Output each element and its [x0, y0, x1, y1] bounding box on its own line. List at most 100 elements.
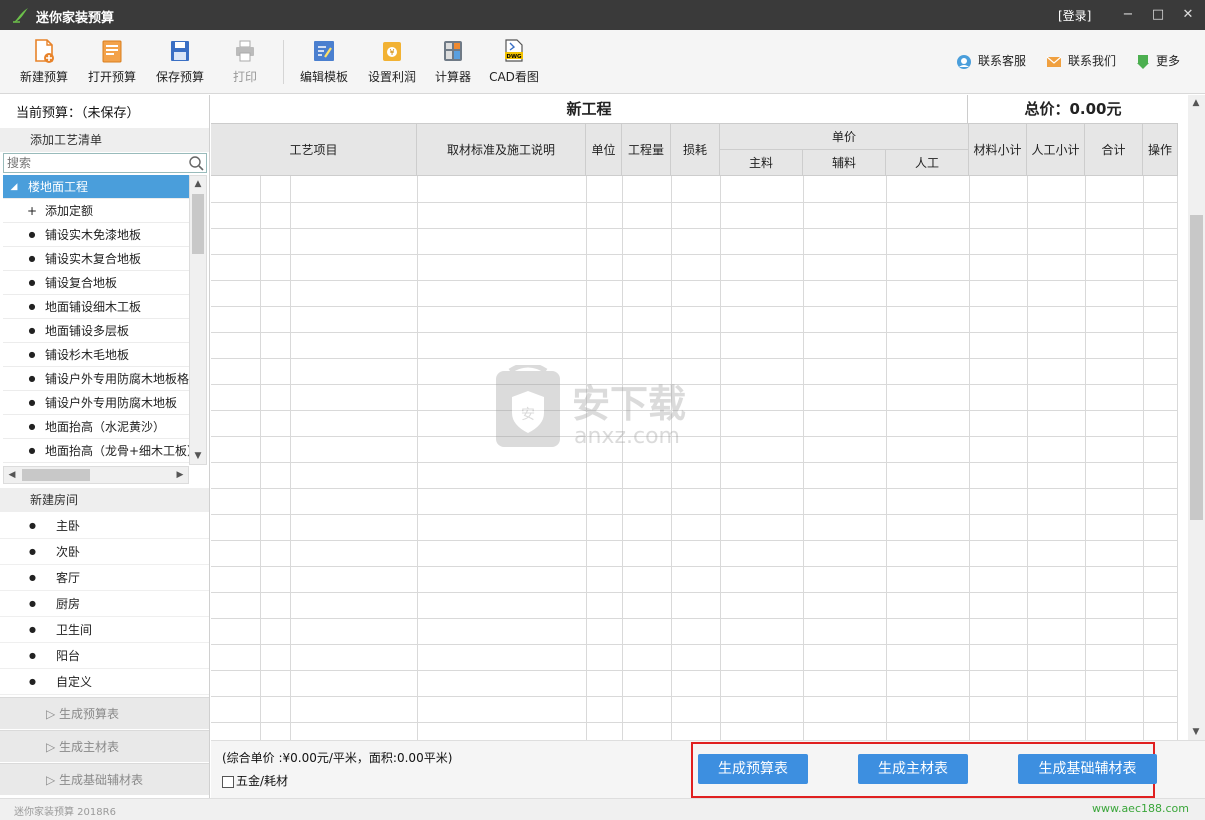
grid-column-line	[290, 176, 291, 740]
total-price: 总价：0.00元	[968, 95, 1178, 124]
tree-item-label: 铺设杉木毛地板	[45, 348, 130, 362]
tree-horizontal-scrollbar[interactable]: ◀ ▶	[3, 466, 189, 484]
col-header-main-material: 主料	[720, 150, 803, 176]
tree-item[interactable]: ● 铺设户外专用防腐木地板格	[3, 367, 189, 391]
scroll-down-icon[interactable]: ▼	[1188, 724, 1204, 740]
bullet-icon: ●	[29, 677, 36, 686]
grid-row-line	[211, 514, 1178, 515]
save-budget-button[interactable]: 保存预算	[152, 38, 208, 88]
window-title: 迷你家装预算	[36, 11, 115, 26]
tree-item-label: 铺设户外专用防腐木地板格	[45, 372, 189, 386]
room-item-master-bedroom[interactable]: ● 主卧	[0, 513, 209, 539]
hardware-checkbox[interactable]: 五金/耗材	[222, 772, 288, 789]
watermark-text: 安下载	[572, 382, 686, 426]
grid-row-line	[211, 644, 1178, 645]
sidebar-generate-aux-material[interactable]: ▷ 生成基础辅材表	[0, 763, 209, 795]
tree-item[interactable]: ● 铺设复合地板	[3, 271, 189, 295]
scroll-down-icon[interactable]: ▼	[190, 448, 206, 464]
cad-viewer-button[interactable]: DWG CAD看图	[486, 38, 542, 88]
scroll-thumb[interactable]	[22, 469, 90, 481]
grid-row-line	[211, 670, 1178, 671]
sidebar-generate-budget-label: 生成预算表	[59, 707, 120, 721]
open-folder-icon	[102, 40, 122, 63]
tree-item[interactable]: ● 地面抬高（龙骨+细木工板）	[3, 439, 189, 463]
contact-support-link[interactable]: 联系客服	[956, 52, 1026, 70]
room-item-custom[interactable]: ● 自定义	[0, 669, 209, 695]
print-label: 打印	[232, 70, 257, 84]
col-header-quantity: 工程量	[622, 124, 671, 176]
scroll-thumb[interactable]	[1190, 215, 1203, 520]
bullet-icon: ●	[28, 350, 36, 359]
tree-item-floor-works[interactable]: ◢ 楼地面工程	[3, 175, 189, 199]
bullet-icon: ●	[28, 422, 36, 431]
login-link[interactable]: [登录]	[1058, 7, 1091, 24]
maximize-button[interactable]: □	[1145, 4, 1171, 26]
close-button[interactable]: ✕	[1175, 4, 1201, 26]
search-input[interactable]	[4, 154, 184, 172]
edit-template-button[interactable]: 编辑模板	[296, 38, 352, 88]
room-label: 阳台	[56, 649, 81, 663]
status-bar: 迷你家装预算 2018R6 www.aec188.com	[0, 798, 1205, 820]
more-label: 更多	[1156, 54, 1181, 68]
scroll-up-icon[interactable]: ▲	[1188, 95, 1204, 111]
col-header-unit-price: 单价	[720, 124, 969, 150]
save-disk-icon	[171, 41, 189, 61]
toolbar-divider	[283, 40, 284, 84]
col-header-standard: 取材标准及施工说明	[417, 124, 586, 176]
search-icon[interactable]	[188, 155, 204, 171]
tree-item[interactable]: ● 铺设实木复合地板	[3, 247, 189, 271]
sidebar-generate-main-material[interactable]: ▷ 生成主材表	[0, 730, 209, 762]
generate-main-material-button[interactable]: 生成主材表	[858, 754, 968, 784]
room-item-second-bedroom[interactable]: ● 次卧	[0, 539, 209, 565]
room-item-kitchen[interactable]: ● 厨房	[0, 591, 209, 617]
generate-aux-material-button[interactable]: 生成基础辅材表	[1018, 754, 1157, 784]
scroll-thumb[interactable]	[192, 194, 204, 254]
grid-row-line	[211, 488, 1178, 489]
bullet-icon: ●	[28, 254, 36, 263]
collapse-arrow-icon[interactable]: ◢	[7, 175, 21, 199]
room-label: 卫生间	[56, 623, 93, 637]
bullet-icon: ●	[28, 446, 36, 455]
room-item-balcony[interactable]: ● 阳台	[0, 643, 209, 669]
room-label: 客厅	[56, 571, 81, 585]
tree-item-label: 铺设实木免漆地板	[45, 228, 142, 242]
contact-us-link[interactable]: 联系我们	[1046, 52, 1116, 70]
project-title[interactable]: 新工程	[211, 95, 968, 124]
website-link[interactable]: www.aec188.com	[1092, 802, 1189, 815]
room-label: 主卧	[56, 519, 81, 533]
tree-item-add-quota[interactable]: + 添加定额	[3, 199, 189, 223]
tree-item[interactable]: ● 铺设杉木毛地板	[3, 343, 189, 367]
open-budget-button[interactable]: 打开预算	[84, 38, 140, 88]
tree-item[interactable]: ● 地面抬高（水泥黄沙）	[3, 415, 189, 439]
tree-item-label: 铺设户外专用防腐木地板	[45, 396, 178, 410]
tree-item[interactable]: ● 铺设户外专用防腐木地板	[3, 391, 189, 415]
print-button[interactable]: 打印	[222, 38, 268, 88]
set-profit-button[interactable]: ¥ 设置利润	[364, 38, 420, 88]
tree-item[interactable]: ● 地面铺设细木工板	[3, 295, 189, 319]
checkbox-icon[interactable]	[222, 775, 234, 788]
tree-item[interactable]: ● 地面铺设多层板	[3, 319, 189, 343]
calculator-button[interactable]: 计算器	[430, 38, 476, 88]
triangle-right-icon: ▷	[46, 707, 60, 721]
room-item-living-room[interactable]: ● 客厅	[0, 565, 209, 591]
tree-vertical-scrollbar[interactable]: ▲ ▼	[189, 175, 207, 465]
scroll-right-icon[interactable]: ▶	[172, 467, 188, 483]
bullet-icon: ●	[28, 326, 36, 335]
room-item-bathroom[interactable]: ● 卫生间	[0, 617, 209, 643]
table-vertical-scrollbar[interactable]: ▲ ▼	[1188, 95, 1205, 740]
minimize-button[interactable]: −	[1115, 4, 1141, 26]
app-logo-icon	[13, 8, 28, 23]
sidebar-generate-budget[interactable]: ▷ 生成预算表	[0, 697, 209, 729]
grid-row-line	[211, 696, 1178, 697]
generate-budget-button[interactable]: 生成预算表	[698, 754, 808, 784]
scroll-left-icon[interactable]: ◀	[4, 467, 20, 483]
tree-item[interactable]: ● 铺设实木免漆地板	[3, 223, 189, 247]
new-budget-button[interactable]: 新建预算	[16, 38, 72, 88]
grid-column-line	[586, 176, 587, 740]
mail-icon	[1046, 56, 1062, 67]
grid-row-line	[211, 254, 1178, 255]
scroll-up-icon[interactable]: ▲	[190, 176, 206, 192]
more-link[interactable]: 更多	[1136, 52, 1180, 70]
grid-row-line	[211, 566, 1178, 567]
bullet-icon: ●	[29, 625, 36, 634]
